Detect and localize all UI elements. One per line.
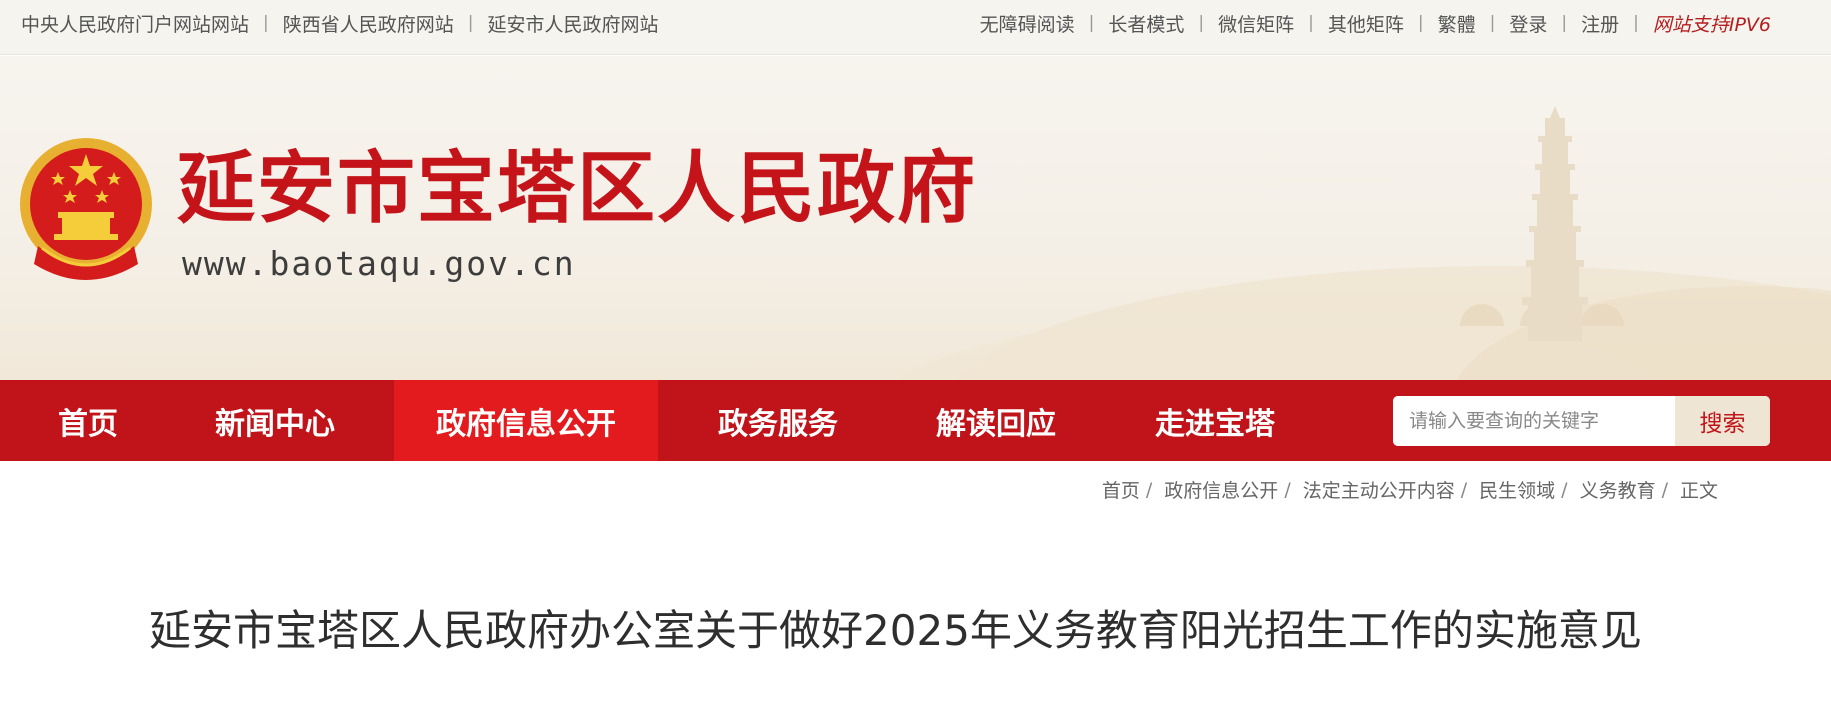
login-link[interactable]: 登录 xyxy=(1509,10,1547,37)
top-utility-bar: 中央人民政府门户网站网站 | 陕西省人民政府网站 | 延安市人民政府网站 无障碍… xyxy=(0,0,1831,55)
elder-mode-link[interactable]: 长者模式 xyxy=(1108,10,1184,37)
breadcrumb-separator: / xyxy=(1145,478,1153,501)
breadcrumb-gov-info[interactable]: 政府信息公开 xyxy=(1164,476,1278,503)
breadcrumb: 首页 / 政府信息公开 / 法定主动公开内容 / 民生领域 / 义务教育 / 正文 xyxy=(1102,476,1718,503)
separator: | xyxy=(263,13,269,33)
breadcrumb-separator: / xyxy=(1661,478,1668,501)
separator: | xyxy=(467,13,474,33)
nav-item-about[interactable]: 走进宝塔 xyxy=(1127,380,1303,461)
search-box: 搜索 xyxy=(1393,396,1770,446)
breadcrumb-livelihood[interactable]: 民生领域 xyxy=(1479,476,1555,503)
header-banner: 延安市宝塔区人民政府 www.baotaqu.gov.cn xyxy=(0,56,1831,380)
nav-item-interpretation[interactable]: 解读回应 xyxy=(908,380,1084,461)
utility-links: 无障碍阅读 | 长者模式 | 微信矩阵 | 其他矩阵 | 繁體 | 登录 | 注… xyxy=(980,0,1771,46)
register-link[interactable]: 注册 xyxy=(1581,10,1619,37)
breadcrumb-home[interactable]: 首页 xyxy=(1102,476,1140,503)
breadcrumb-current: 正文 xyxy=(1679,480,1718,502)
separator: | xyxy=(1633,13,1639,33)
breadcrumb-compulsory-education[interactable]: 义务教育 xyxy=(1580,476,1656,503)
traditional-chinese-link[interactable]: 繁體 xyxy=(1438,10,1476,37)
nav-item-gov-info[interactable]: 政府信息公开 xyxy=(394,380,658,461)
separator: | xyxy=(1561,13,1568,33)
breadcrumb-statutory-content[interactable]: 法定主动公开内容 xyxy=(1303,476,1455,503)
wechat-matrix-link[interactable]: 微信矩阵 xyxy=(1218,10,1294,37)
ipv6-badge[interactable]: 网站支持IPV6 xyxy=(1653,10,1771,37)
nav-item-home[interactable]: 首页 xyxy=(30,380,146,461)
separator: | xyxy=(1489,13,1496,33)
breadcrumb-separator: / xyxy=(1284,478,1291,501)
breadcrumb-separator: / xyxy=(1561,478,1568,501)
separator: | xyxy=(1417,13,1424,33)
site-url: www.baotaqu.gov.cn xyxy=(182,244,576,283)
accessibility-link[interactable]: 无障碍阅读 xyxy=(980,10,1075,37)
search-input[interactable] xyxy=(1393,396,1675,446)
link-shaanxi-gov[interactable]: 陕西省人民政府网站 xyxy=(283,10,454,37)
search-button[interactable]: 搜索 xyxy=(1675,396,1770,446)
site-title: 延安市宝塔区人民政府 xyxy=(177,143,978,234)
nav-item-news[interactable]: 新闻中心 xyxy=(188,380,362,461)
separator: | xyxy=(1308,13,1314,33)
other-matrix-link[interactable]: 其他矩阵 xyxy=(1328,10,1404,37)
pagoda-icon xyxy=(1522,106,1588,341)
nav-item-services[interactable]: 政务服务 xyxy=(690,380,866,461)
separator: | xyxy=(1088,13,1095,33)
external-links: 中央人民政府门户网站网站 | 陕西省人民政府网站 | 延安市人民政府网站 xyxy=(21,0,659,46)
link-yanan-gov[interactable]: 延安市人民政府网站 xyxy=(488,10,659,37)
national-emblem-icon xyxy=(20,138,152,280)
link-central-gov[interactable]: 中央人民政府门户网站网站 xyxy=(21,10,249,37)
article-title: 延安市宝塔区人民政府办公室关于做好2025年义务教育阳光招生工作的实施意见 xyxy=(149,606,1642,655)
separator: | xyxy=(1198,13,1205,33)
breadcrumb-separator: / xyxy=(1460,478,1468,501)
